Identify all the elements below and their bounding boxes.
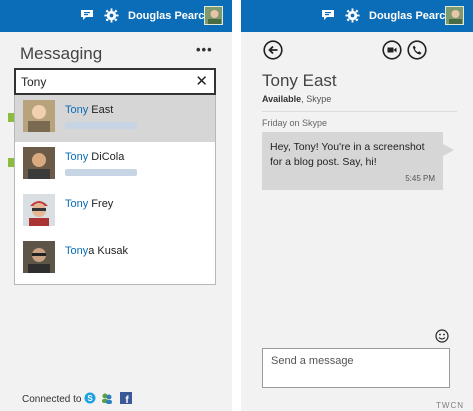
watermark: TWCN	[436, 401, 464, 410]
list-item[interactable]: Tony East	[15, 95, 215, 142]
avatar[interactable]	[445, 6, 464, 25]
video-icon[interactable]	[382, 40, 402, 60]
messenger-icon[interactable]	[101, 392, 113, 404]
contact-name: Tony Frey	[65, 198, 114, 210]
avatar[interactable]	[204, 6, 223, 25]
messaging-pane: Douglas Pearce Messaging ••• ✕ Tony East…	[0, 0, 232, 411]
close-icon[interactable]: ✕	[195, 72, 208, 90]
contact-name: Tonya Kusak	[65, 245, 128, 257]
contact-name: Tony DiCola	[65, 151, 125, 163]
bubble-tail	[443, 144, 454, 156]
page-title: Messaging	[20, 44, 103, 63]
search-field[interactable]: ✕	[14, 68, 216, 95]
message-text: Hey, Tony! You're in a screenshot for a …	[270, 141, 425, 168]
chat-icon[interactable]	[80, 9, 94, 21]
gear-icon[interactable]	[345, 8, 360, 23]
contact-photo	[23, 147, 55, 179]
contact-photo	[23, 194, 55, 226]
top-bar: Douglas Pearce	[0, 0, 232, 32]
contact-email-redacted	[65, 169, 137, 176]
message-time: 5:45 PM	[405, 174, 435, 183]
facebook-icon[interactable]: f	[120, 392, 132, 404]
gear-icon[interactable]	[104, 8, 119, 23]
pane-divider	[232, 0, 241, 411]
skype-icon[interactable]: S	[84, 392, 96, 404]
day-label: Friday on Skype	[262, 118, 328, 128]
user-name[interactable]: Douglas Pearce	[128, 10, 211, 22]
message-bubble: Hey, Tony! You're in a screenshot for a …	[262, 132, 454, 190]
list-item[interactable]: Tony Frey	[15, 189, 215, 236]
contact-photo	[23, 241, 55, 273]
divider	[262, 111, 457, 112]
phone-icon[interactable]	[407, 40, 427, 60]
message-input[interactable]	[263, 349, 449, 387]
connected-label: Connected to	[22, 394, 82, 405]
svg-text:S: S	[87, 394, 93, 403]
contact-photo	[23, 100, 55, 132]
list-item[interactable]: Tonya Kusak	[15, 236, 215, 283]
search-results: Tony East Tony DiCola Tony Frey Tonya Ku…	[14, 95, 216, 285]
status-text: Available, Skype	[262, 94, 332, 104]
message-compose[interactable]	[262, 348, 450, 388]
back-icon[interactable]	[263, 40, 283, 60]
top-bar: Douglas Pearce	[241, 0, 473, 32]
chat-icon[interactable]	[321, 9, 335, 21]
search-input[interactable]	[16, 70, 176, 93]
emoji-icon[interactable]	[435, 329, 449, 343]
more-icon[interactable]: •••	[196, 42, 213, 57]
list-item[interactable]: Tony DiCola	[15, 142, 215, 189]
contact-email-redacted	[65, 122, 137, 129]
contact-name-heading: Tony East	[262, 71, 337, 90]
user-name[interactable]: Douglas Pearce	[369, 10, 452, 22]
contact-name: Tony East	[65, 104, 114, 116]
conversation-pane: Douglas Pearce Tony East Available, Skyp…	[241, 0, 473, 411]
